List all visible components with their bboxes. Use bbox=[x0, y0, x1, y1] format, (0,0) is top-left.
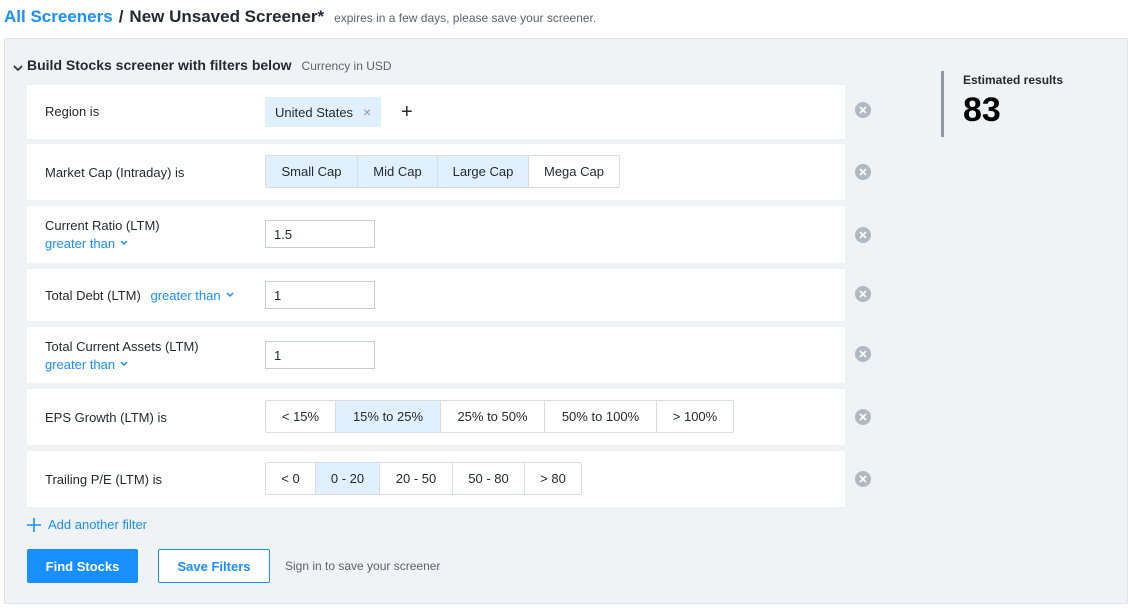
filter-row-total-current-assets: Total Current Assets (LTM) greater than bbox=[27, 327, 845, 383]
option-gt-80[interactable]: > 80 bbox=[525, 463, 581, 494]
trailing-pe-options: < 0 0 - 20 20 - 50 50 - 80 > 80 bbox=[265, 462, 582, 495]
chevron-down-icon bbox=[120, 361, 128, 367]
expiry-note: expires in a few days, please save your … bbox=[334, 11, 597, 25]
page-title: New Unsaved Screener* bbox=[129, 7, 325, 26]
plus-icon[interactable]: + bbox=[401, 102, 413, 122]
filter-row-current-ratio: Current Ratio (LTM) greater than bbox=[27, 206, 845, 263]
operator-dropdown[interactable]: greater than bbox=[150, 288, 234, 303]
add-filter-link[interactable]: Add another filter bbox=[27, 517, 147, 532]
currency-note: Currency in USD bbox=[301, 59, 392, 73]
current-ratio-input[interactable] bbox=[265, 220, 375, 248]
build-header[interactable]: Build Stocks screener with filters below… bbox=[11, 57, 392, 74]
total-debt-input[interactable] bbox=[265, 281, 375, 309]
filter-row-total-debt: Total Debt (LTM) greater than bbox=[27, 269, 845, 321]
save-filters-button[interactable]: Save Filters bbox=[158, 549, 270, 583]
filter-row-region: Region is United States × + bbox=[27, 85, 845, 139]
operator-dropdown[interactable]: greater than bbox=[45, 236, 128, 251]
build-title: Build Stocks screener with filters below bbox=[27, 57, 292, 73]
filter-label: Trailing P/E (LTM) is bbox=[45, 472, 163, 487]
signin-note: Sign in to save your screener bbox=[285, 559, 441, 573]
filter-row-trailing-pe: Trailing P/E (LTM) is < 0 0 - 20 20 - 50… bbox=[27, 451, 845, 507]
option-0-20[interactable]: 0 - 20 bbox=[316, 463, 380, 494]
operator-label: greater than bbox=[45, 357, 116, 372]
option-small-cap[interactable]: Small Cap bbox=[266, 156, 358, 187]
option-20-50[interactable]: 20 - 50 bbox=[380, 463, 453, 494]
total-current-assets-input[interactable] bbox=[265, 341, 375, 369]
filter-label: Market Cap (Intraday) is bbox=[45, 165, 185, 180]
estimated-results-count: 83 bbox=[963, 91, 1001, 129]
chevron-down-icon bbox=[120, 240, 128, 246]
operator-dropdown[interactable]: greater than bbox=[45, 357, 128, 372]
find-stocks-button[interactable]: Find Stocks bbox=[27, 549, 138, 583]
filter-label: Region is bbox=[45, 104, 100, 119]
remove-filter-icon[interactable] bbox=[855, 346, 871, 362]
filter-label-group: Total Debt (LTM) greater than bbox=[45, 288, 234, 303]
operator-label: greater than bbox=[150, 288, 221, 303]
remove-filter-icon[interactable] bbox=[855, 471, 871, 487]
chevron-down-icon[interactable] bbox=[11, 62, 25, 76]
remove-filter-icon[interactable] bbox=[855, 409, 871, 425]
add-filter-label: Add another filter bbox=[48, 517, 148, 532]
breadcrumb: All Screeners / New Unsaved Screener* ex… bbox=[4, 7, 596, 29]
option-gt-100[interactable]: > 100% bbox=[657, 401, 733, 432]
filter-label: Total Debt (LTM) bbox=[45, 288, 141, 303]
filter-row-eps-growth: EPS Growth (LTM) is < 15% 15% to 25% 25%… bbox=[27, 389, 845, 445]
filter-label: EPS Growth (LTM) is bbox=[45, 410, 167, 425]
option-large-cap[interactable]: Large Cap bbox=[438, 156, 529, 187]
market-cap-options: Small Cap Mid Cap Large Cap Mega Cap bbox=[265, 155, 620, 188]
option-lt-15[interactable]: < 15% bbox=[266, 401, 336, 432]
remove-filter-icon[interactable] bbox=[855, 164, 871, 180]
remove-filter-icon[interactable] bbox=[855, 286, 871, 302]
operator-label: greater than bbox=[45, 236, 116, 251]
filter-label: Total Current Assets (LTM) bbox=[45, 339, 199, 354]
option-lt-0[interactable]: < 0 bbox=[266, 463, 316, 494]
filter-row-market-cap: Market Cap (Intraday) is Small Cap Mid C… bbox=[27, 144, 845, 200]
chevron-down-icon bbox=[226, 292, 234, 298]
option-25-50[interactable]: 25% to 50% bbox=[441, 401, 545, 432]
option-50-80[interactable]: 50 - 80 bbox=[453, 463, 525, 494]
option-mid-cap[interactable]: Mid Cap bbox=[358, 156, 438, 187]
estimated-results: Estimated results 83 bbox=[941, 71, 1063, 137]
screener-panel: Build Stocks screener with filters below… bbox=[4, 38, 1128, 604]
eps-growth-options: < 15% 15% to 25% 25% to 50% 50% to 100% … bbox=[265, 400, 734, 433]
option-15-25[interactable]: 15% to 25% bbox=[336, 401, 441, 432]
close-icon[interactable]: × bbox=[363, 104, 371, 120]
option-50-100[interactable]: 50% to 100% bbox=[545, 401, 657, 432]
breadcrumb-separator: / bbox=[118, 7, 124, 26]
filter-label: Current Ratio (LTM) bbox=[45, 218, 160, 233]
all-screeners-link[interactable]: All Screeners bbox=[4, 7, 113, 27]
estimated-results-label: Estimated results bbox=[963, 73, 1064, 87]
remove-filter-icon[interactable] bbox=[855, 102, 871, 118]
plus-icon bbox=[27, 517, 41, 532]
option-mega-cap[interactable]: Mega Cap bbox=[529, 156, 619, 187]
remove-filter-icon[interactable] bbox=[855, 227, 871, 243]
chip-label: United States bbox=[275, 104, 354, 120]
region-chip: United States × bbox=[265, 97, 382, 127]
